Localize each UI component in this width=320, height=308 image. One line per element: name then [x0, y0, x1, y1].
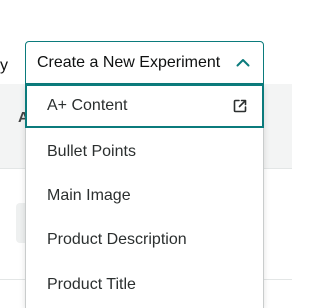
dropdown-selected-label: Create a New Experiment	[37, 53, 221, 71]
menu-item-label: Main Image	[47, 187, 131, 204]
menu-item-label: Product Description	[47, 231, 187, 248]
menu-item-label: A+ Content	[47, 97, 128, 114]
dropdown-menu: A+ Content Bullet Points Main Image Prod…	[25, 84, 264, 308]
menu-item-product-title[interactable]: Product Title	[26, 263, 263, 307]
menu-item-product-description[interactable]: Product Description	[26, 218, 263, 262]
background-label-fragment: y	[0, 57, 8, 74]
menu-item-label: Product Title	[47, 276, 136, 293]
menu-item-label: Bullet Points	[47, 143, 136, 160]
menu-item-a-plus-content[interactable]: A+ Content	[25, 84, 264, 128]
external-link-icon	[232, 98, 248, 114]
chevron-up-icon	[235, 55, 251, 71]
menu-item-main-image[interactable]: Main Image	[26, 174, 263, 218]
menu-item-bullet-points[interactable]: Bullet Points	[26, 130, 263, 174]
experiment-type-dropdown[interactable]: Create a New Experiment	[25, 41, 264, 84]
